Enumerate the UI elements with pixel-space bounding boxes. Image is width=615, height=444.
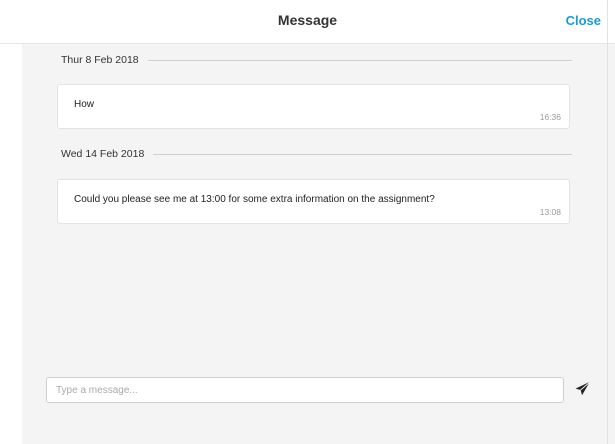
message-bubble: How 16:36 [57,84,570,129]
date-separator: Thur 8 Feb 2018 [61,53,572,67]
date-label: Wed 14 Feb 2018 [61,148,145,160]
date-separator: Wed 14 Feb 2018 [61,147,572,161]
close-button[interactable]: Close [566,13,601,28]
sidebar-strip [0,44,22,444]
message-bubble: Could you please see me at 13:00 for som… [57,179,570,224]
modal-header: Message Close [0,0,615,44]
message-input[interactable] [46,377,564,403]
divider-line [153,153,572,155]
message-text: Could you please see me at 13:00 for som… [74,194,435,205]
paper-plane-icon [575,381,591,397]
message-time: 13:08 [539,207,561,217]
divider-line [147,59,572,61]
page-title: Message [277,12,338,28]
panel-divider [607,0,608,444]
date-label: Thur 8 Feb 2018 [61,54,139,66]
message-text: How [74,99,95,110]
message-time: 16:36 [539,112,561,122]
send-button[interactable] [574,380,592,398]
